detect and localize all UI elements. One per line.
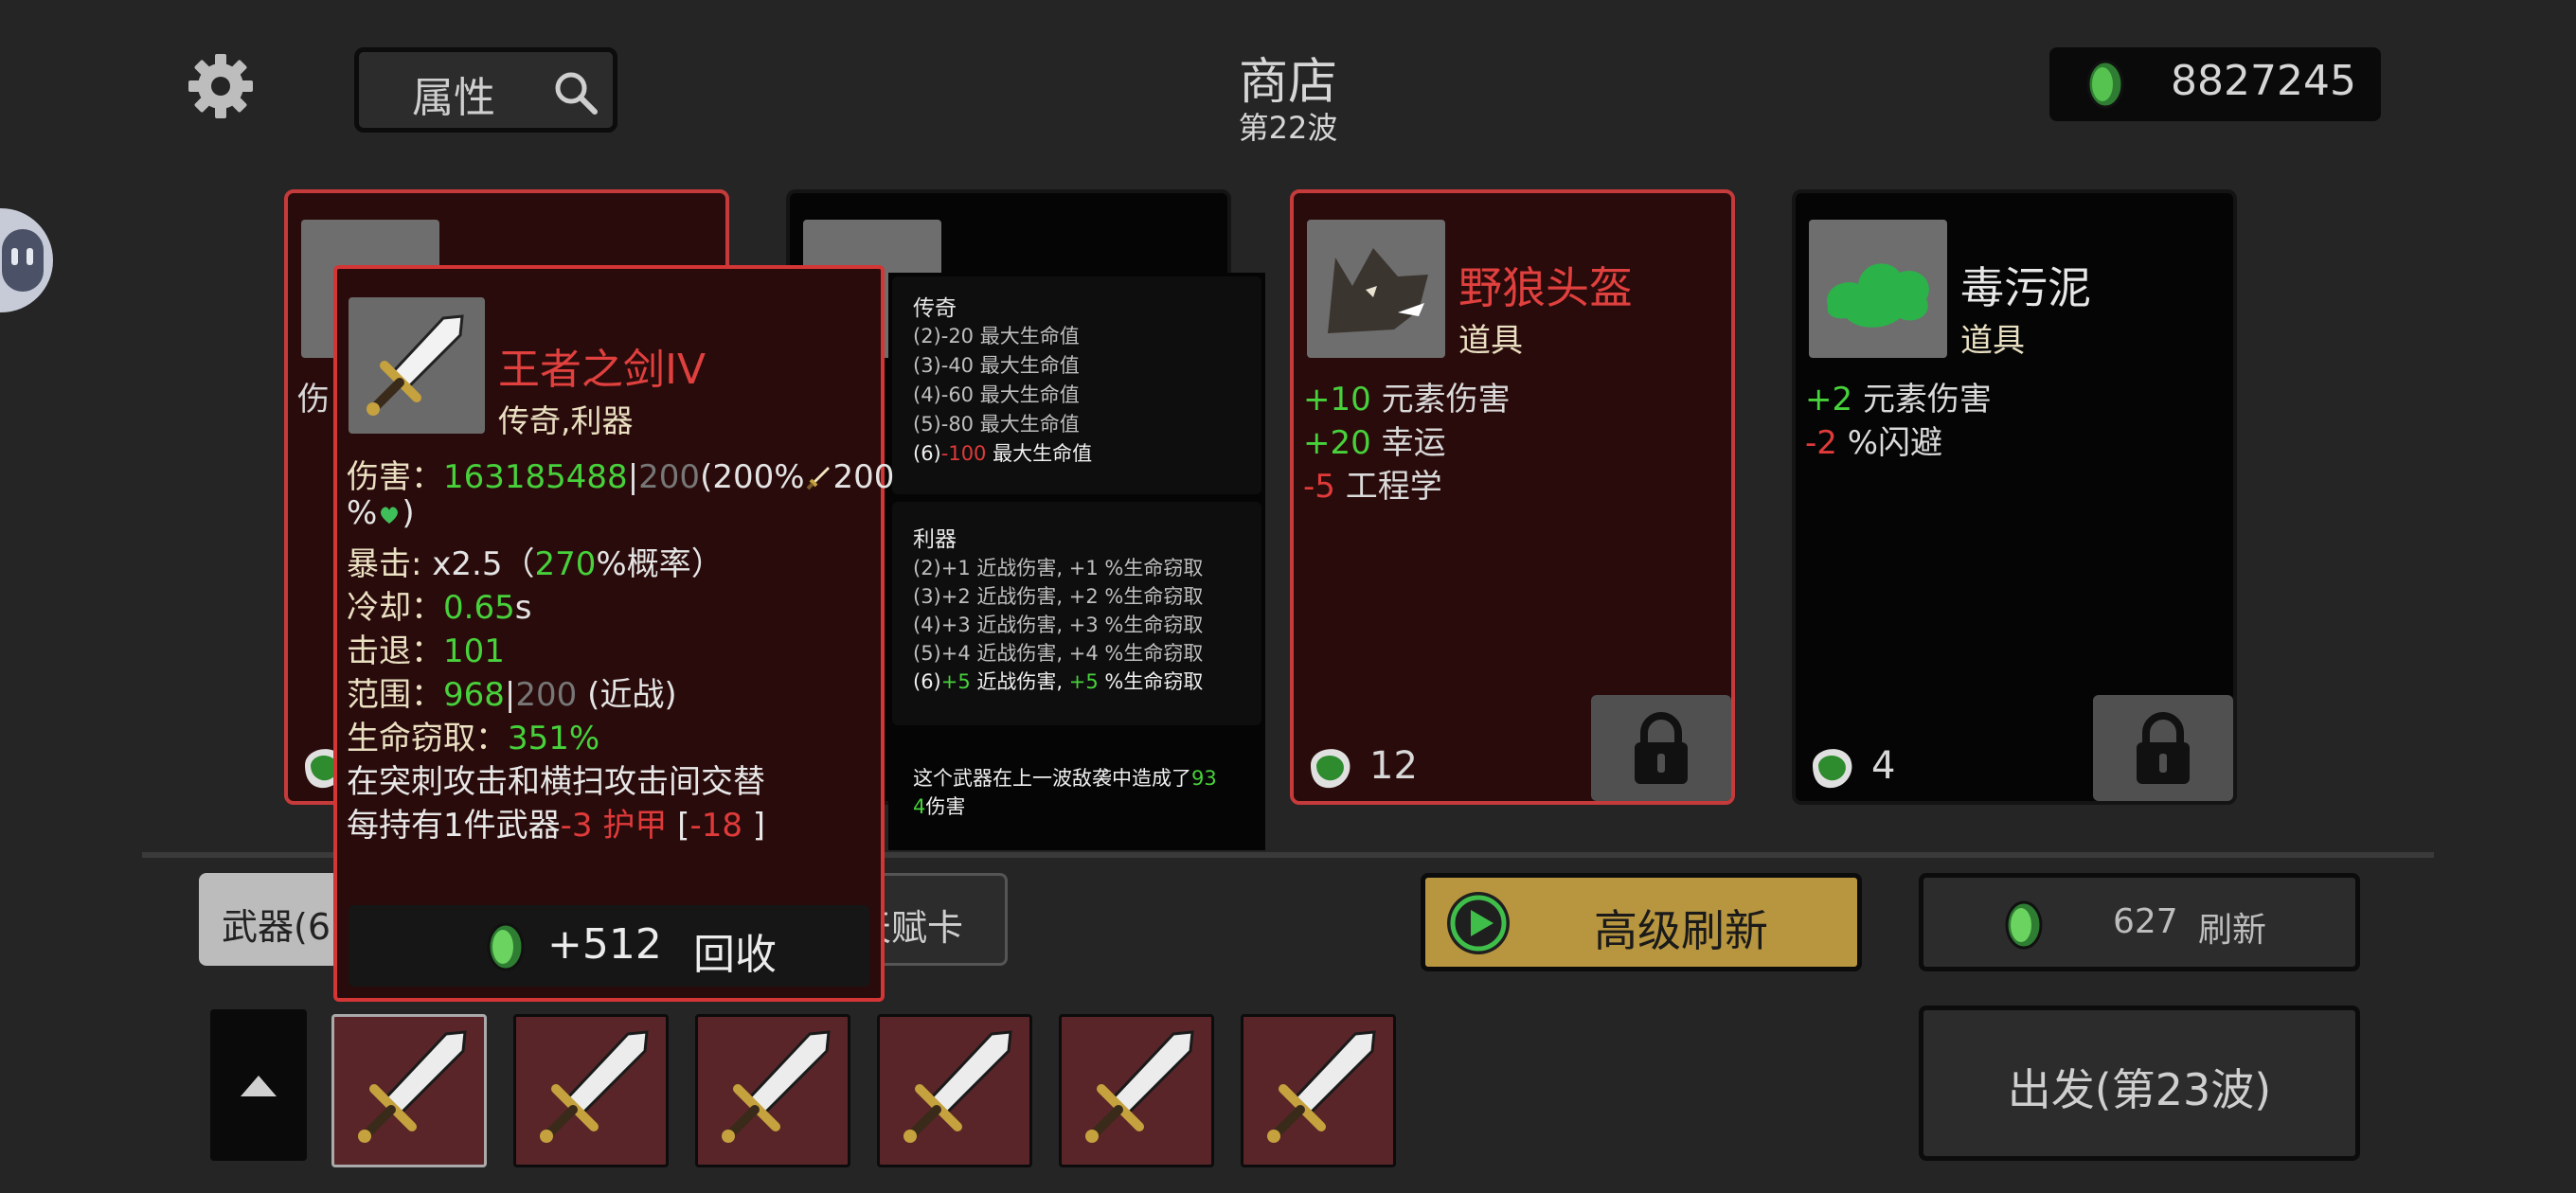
lock-icon (2137, 712, 2190, 784)
sword-icon (1267, 1030, 1376, 1143)
shop-card-toxic-sludge[interactable]: 毒污泥 道具 +2 元素伤害 -2 %闪避 4 (1792, 189, 2237, 805)
start-next-wave-button[interactable]: 出发(第23波) (1919, 1006, 2360, 1161)
sword-icon (367, 314, 464, 416)
recycle-button[interactable]: +512 回收 (349, 905, 869, 987)
inventory-weapon-slot[interactable] (331, 1014, 487, 1167)
card-stat: -2 %闪避 (1805, 424, 1943, 462)
inventory-weapon-slot[interactable] (695, 1014, 850, 1167)
set-sharp-line: (2)+1 近战伤害, +1 %生命窃取 (913, 557, 1204, 579)
set-legend-title: 传奇 (913, 296, 957, 321)
sword-icon (1085, 1030, 1194, 1143)
set-legend-line: (5)-80 最大生命值 (913, 413, 1080, 436)
price-coin-icon (1303, 737, 1356, 793)
card-name: 野狼头盔 (1458, 262, 1633, 313)
stats-search-button[interactable]: 属性 (354, 47, 617, 133)
set-legend-active: (6)-100 最大生命值 (913, 442, 1093, 465)
coin-icon (2005, 900, 2043, 950)
inventory-weapon-slot[interactable] (1241, 1014, 1396, 1167)
wolf-helmet-icon (1307, 220, 1445, 358)
card-name: 毒污泥 (1960, 262, 2091, 313)
set-sharp-line: (5)+4 近战伤害, +4 %生命窃取 (913, 642, 1204, 665)
inventory-scroll-up-button[interactable] (210, 1009, 307, 1161)
tooltip-range: 范围：968|200 (近战) (347, 676, 677, 714)
stats-search-label: 属性 (412, 74, 495, 122)
set-sharp-line: (3)+2 近战伤害, +2 %生命窃取 (913, 585, 1204, 608)
tooltip-damage-cont: %) (347, 494, 415, 532)
refresh-cost: 627 (2113, 902, 2178, 941)
card-stat: 伤 (297, 381, 330, 418)
set-legend-line: (3)-40 最大生命值 (913, 354, 1080, 377)
card-price: 12 (1369, 744, 1418, 788)
tooltip-crit: 暴击: x2.5（270%概率） (347, 545, 724, 583)
lock-icon (1635, 712, 1688, 784)
set-legend-line: (4)-60 最大生命值 (913, 383, 1080, 406)
advanced-refresh-label: 高级刷新 (1594, 905, 1768, 956)
weapon-tooltip: 王者之剑IV 传奇,利器 伤害：163185488|200(200% 200 %)… (333, 265, 894, 1002)
lock-button[interactable] (2093, 695, 2233, 801)
advanced-refresh-button[interactable]: 高级刷新 (1421, 873, 1862, 971)
gold-amount: 8827245 (2171, 57, 2356, 105)
price-coin-icon (1805, 737, 1858, 793)
start-next-wave-label: 出发(第23波) (2007, 1064, 2272, 1115)
card-price: 4 (1871, 744, 1896, 788)
set-sharp-title: 利器 (913, 527, 957, 552)
tooltip-lifesteal: 生命窃取：351% (347, 720, 600, 757)
card-stat: +2 元素伤害 (1805, 381, 1992, 418)
lock-button[interactable] (1591, 695, 1731, 801)
damage-dealt-note-2: 4伤害 (913, 795, 966, 818)
gold-coin-icon (2086, 60, 2124, 109)
inventory-weapon-slot[interactable] (877, 1014, 1032, 1167)
tooltip-desc-2: 每持有1件武器-3 护甲 [-18 ] (347, 807, 766, 845)
melee-sword-icon (806, 467, 830, 490)
card-stat: -5 工程学 (1303, 468, 1442, 506)
damage-dealt-note: 这个武器在上一波敌袭中造成了93 (913, 767, 1217, 790)
tooltip-desc-1: 在突刺攻击和横扫攻击间交替 (347, 763, 765, 801)
search-icon (555, 72, 598, 115)
settings-gear-icon[interactable] (186, 51, 256, 121)
tooltip-damage: 伤害：163185488|200(200% 200 (347, 458, 895, 496)
tooltip-weapon-name: 王者之剑IV (498, 346, 707, 394)
triangle-up-icon (241, 1076, 277, 1096)
toxic-sludge-icon (1809, 220, 1947, 358)
refresh-button[interactable]: 627 刷新 (1919, 873, 2360, 971)
coin-icon (487, 922, 525, 971)
set-legend-line: (2)-20 最大生命值 (913, 325, 1080, 347)
recycle-label: 回收 (693, 931, 777, 979)
side-assistant-icon[interactable] (0, 208, 53, 312)
sword-icon (722, 1030, 831, 1143)
set-sharp-line: (4)+3 近战伤害, +3 %生命窃取 (913, 614, 1204, 636)
shop-title: 商店 (1238, 54, 1337, 111)
tooltip-weapon-tags: 传奇,利器 (498, 402, 634, 439)
sword-icon (358, 1030, 467, 1143)
shop-card-wolf-helmet[interactable]: 野狼头盔 道具 +10 元素伤害 +20 幸运 -5 工程学 12 (1290, 189, 1735, 805)
card-type: 道具 (1458, 322, 1523, 360)
card-stat: +10 元素伤害 (1303, 381, 1511, 418)
inventory-weapon-slot[interactable] (513, 1014, 669, 1167)
inventory-weapon-slot[interactable] (1059, 1014, 1214, 1167)
play-icon (1447, 892, 1510, 954)
tooltip-knockback: 击退：101 (347, 632, 505, 670)
tooltip-cooldown: 冷却：0.65s (347, 589, 532, 627)
wave-label: 第22波 (1238, 110, 1338, 146)
card-stat: +20 幸运 (1303, 424, 1446, 462)
recycle-value: +512 (547, 920, 662, 969)
set-sharp-active: (6)+5 近战伤害, +5 %生命窃取 (913, 670, 1204, 693)
card-type: 道具 (1960, 322, 2025, 360)
tab-weapons-label: 武器(6 (222, 906, 331, 948)
sword-icon (540, 1030, 649, 1143)
tooltip-weapon-thumb (349, 297, 485, 434)
refresh-label: 刷新 (2198, 911, 2267, 950)
hp-heart-icon (381, 507, 399, 524)
gold-display: 8827245 (2049, 47, 2381, 121)
sword-icon (903, 1030, 1012, 1143)
